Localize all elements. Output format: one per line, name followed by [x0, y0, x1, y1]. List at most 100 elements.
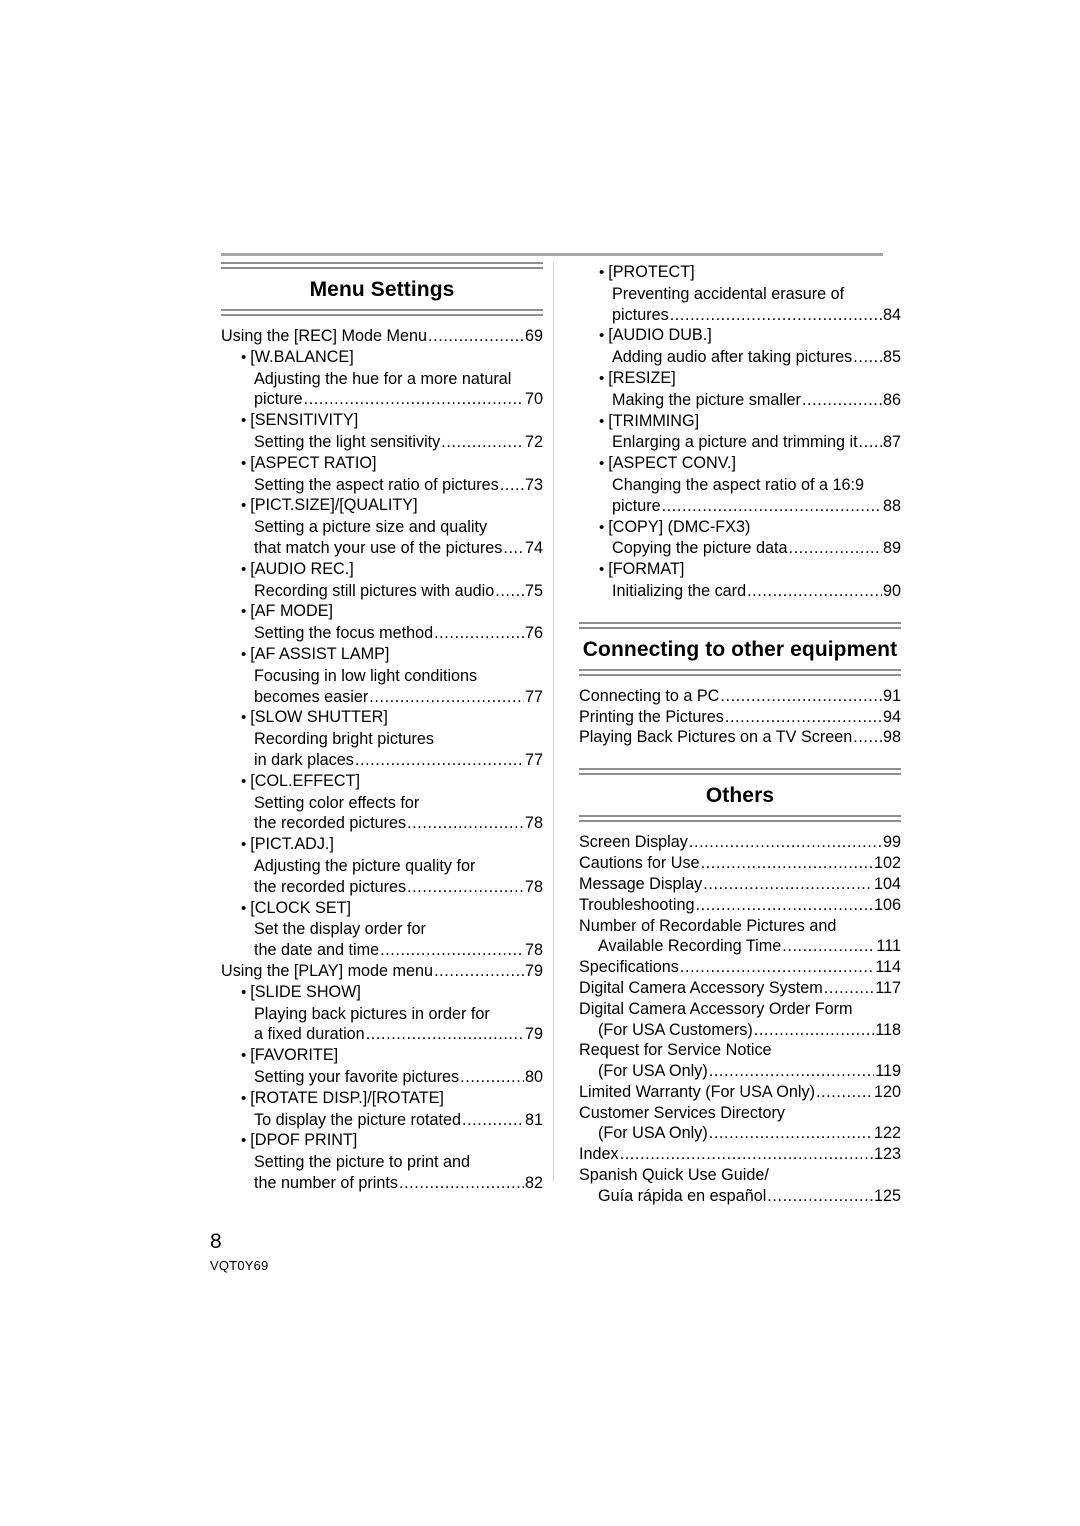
toc-entry[interactable]: a fixed duration .......................…: [221, 1024, 543, 1045]
toc-entry[interactable]: picture ................................…: [221, 389, 543, 410]
toc-entry[interactable]: Setting the picture to print and: [221, 1152, 543, 1173]
toc-entry[interactable]: Changing the aspect ratio of a 16:9: [579, 475, 901, 496]
toc-entry-label: the recorded pictures: [254, 877, 407, 896]
toc-entry[interactable]: • [ROTATE DISP.]/[ROTATE]: [221, 1088, 543, 1110]
toc-entry[interactable]: • [COL.EFFECT]: [221, 771, 543, 793]
toc-entry[interactable]: the date and time ......................…: [221, 940, 543, 961]
bullet-icon: •: [241, 412, 247, 430]
toc-entry[interactable]: Spanish Quick Use Guide/: [579, 1165, 901, 1186]
toc-entry[interactable]: • [AUDIO REC.]: [221, 559, 543, 581]
toc-entry[interactable]: • [CLOCK SET]: [221, 898, 543, 920]
toc-entry[interactable]: Screen Display .........................…: [579, 832, 901, 853]
toc-entry[interactable]: the recorded pictures ..................…: [221, 813, 543, 834]
toc-entry[interactable]: Copying the picture data ...............…: [579, 538, 901, 559]
toc-entry[interactable]: becomes easier .........................…: [221, 687, 543, 708]
toc-entry[interactable]: that match your use of the pictures ....…: [221, 538, 543, 559]
toc-entry[interactable]: Message Display ........................…: [579, 874, 901, 895]
toc-entry[interactable]: (For USA Only) .........................…: [579, 1061, 901, 1082]
toc-entry[interactable]: in dark places .........................…: [221, 750, 543, 771]
toc-entry-page: 81: [524, 1110, 543, 1129]
toc-entry-page: 114: [875, 958, 901, 977]
toc-entry[interactable]: Playing back pictures in order for: [221, 1004, 543, 1025]
toc-entry[interactable]: Recording bright pictures: [221, 729, 543, 750]
toc-entry[interactable]: the recorded pictures ..................…: [221, 877, 543, 898]
toc-entry[interactable]: Cautions for Use .......................…: [579, 853, 901, 874]
toc-entry[interactable]: • [FAVORITE]: [221, 1045, 543, 1067]
toc-entry[interactable]: Customer Services Directory: [579, 1103, 901, 1124]
toc-entry[interactable]: Setting the focus method ...............…: [221, 623, 543, 644]
toc-entry[interactable]: • [ASPECT RATIO]: [221, 453, 543, 475]
toc-entry[interactable]: Making the picture smaller .............…: [579, 390, 901, 411]
toc-entry-label: that match your use of the pictures: [254, 539, 503, 558]
leader-dots: ........................................…: [369, 687, 524, 706]
toc-entry[interactable]: • [TRIMMING]: [579, 411, 901, 433]
toc-entry[interactable]: Playing Back Pictures on a TV Screen ...…: [579, 727, 901, 748]
toc-entry[interactable]: Setting color effects for: [221, 793, 543, 814]
toc-entry[interactable]: Set the display order for: [221, 919, 543, 940]
toc-entry[interactable]: Connecting to a PC .....................…: [579, 686, 901, 707]
toc-entry[interactable]: • [ASPECT CONV.]: [579, 453, 901, 475]
toc-entry-label: Digital Camera Accessory Order Form: [579, 999, 853, 1018]
toc-list-menu-settings-continued: • [PROTECT] Preventing accidental erasure …: [579, 262, 901, 602]
leader-dots: ........................................…: [441, 433, 524, 452]
bullet-icon: •: [241, 772, 247, 790]
toc-entry[interactable]: (For USA Only) .........................…: [579, 1123, 901, 1144]
toc-entry[interactable]: Using the [REC] Mode Menu ..............…: [221, 326, 543, 347]
toc-entry[interactable]: Index ..................................…: [579, 1144, 901, 1165]
toc-entry[interactable]: Available Recording Time ...............…: [579, 936, 901, 957]
toc-entry[interactable]: • [W.BALANCE]: [221, 347, 543, 369]
toc-entry[interactable]: • [SLIDE SHOW]: [221, 982, 543, 1004]
toc-entry-label: [CLOCK SET]: [250, 898, 352, 917]
toc-entry-label: [FORMAT]: [608, 560, 685, 579]
toc-entry[interactable]: • [PROTECT]: [579, 262, 901, 284]
toc-entry[interactable]: • [SLOW SHUTTER]: [221, 707, 543, 729]
toc-entry[interactable]: Adding audio after taking pictures .....…: [579, 347, 901, 368]
toc-entry-label: picture: [254, 390, 303, 409]
toc-entry[interactable]: Adjusting the hue for a more natural: [221, 369, 543, 390]
toc-entry[interactable]: To display the picture rotated .........…: [221, 1110, 543, 1131]
toc-entry[interactable]: Digital Camera Accessory System ........…: [579, 978, 901, 999]
toc-entry[interactable]: • [PICT.SIZE]/[QUALITY]: [221, 495, 543, 517]
toc-entry[interactable]: Enlarging a picture and trimming it ....…: [579, 432, 901, 453]
toc-entry[interactable]: Setting your favorite pictures .........…: [221, 1067, 543, 1088]
toc-entry-label: [ASPECT CONV.]: [608, 454, 737, 473]
toc-entry[interactable]: Setting a picture size and quality: [221, 517, 543, 538]
toc-entry[interactable]: • [DPOF PRINT]: [221, 1130, 543, 1152]
toc-entry[interactable]: the number of prints ...................…: [221, 1173, 543, 1194]
toc-entry[interactable]: • [AUDIO DUB.]: [579, 325, 901, 347]
toc-entry[interactable]: • [PICT.ADJ.]: [221, 834, 543, 856]
toc-entry-page: 99: [882, 833, 901, 852]
toc-entry[interactable]: Recording still pictures with audio ....…: [221, 581, 543, 602]
toc-entry[interactable]: Setting the light sensitivity ..........…: [221, 432, 543, 453]
toc-entry[interactable]: • [RESIZE]: [579, 368, 901, 390]
toc-entry-label: Setting the light sensitivity: [254, 433, 441, 452]
toc-entry[interactable]: Setting the aspect ratio of pictures ...…: [221, 475, 543, 496]
toc-entry[interactable]: • [SENSITIVITY]: [221, 410, 543, 432]
toc-entry-label: Customer Services Directory: [579, 1103, 785, 1122]
toc-entry[interactable]: Adjusting the picture quality for: [221, 856, 543, 877]
toc-entry[interactable]: • [AF MODE]: [221, 601, 543, 623]
toc-entry-label: Connecting to a PC: [579, 686, 720, 705]
toc-entry[interactable]: Digital Camera Accessory Order Form: [579, 999, 901, 1020]
toc-entry[interactable]: Initializing the card ..................…: [579, 581, 901, 602]
toc-entry[interactable]: Request for Service Notice: [579, 1040, 901, 1061]
toc-entry[interactable]: Number of Recordable Pictures and: [579, 916, 901, 937]
toc-entry[interactable]: Focusing in low light conditions: [221, 666, 543, 687]
toc-entry[interactable]: Guía rápida en español .................…: [579, 1186, 901, 1207]
toc-entry[interactable]: • [FORMAT]: [579, 559, 901, 581]
toc-entry[interactable]: • [AF ASSIST LAMP]: [221, 644, 543, 666]
toc-entry[interactable]: pictures ...............................…: [579, 305, 901, 326]
toc-list-others: Screen Display .........................…: [579, 832, 901, 1206]
toc-entry[interactable]: Using the [PLAY] mode menu .............…: [221, 961, 543, 982]
toc-entry[interactable]: Limited Warranty (For USA Only) ........…: [579, 1082, 901, 1103]
toc-entry[interactable]: picture ................................…: [579, 496, 901, 517]
toc-entry[interactable]: • [COPY] (DMC-FX3): [579, 517, 901, 539]
toc-entry[interactable]: Troubleshooting ........................…: [579, 895, 901, 916]
toc-entry[interactable]: Printing the Pictures ..................…: [579, 707, 901, 728]
leader-dots: ........................................…: [747, 581, 882, 600]
toc-entry[interactable]: Specifications .........................…: [579, 957, 901, 978]
toc-entry[interactable]: Preventing accidental erasure of: [579, 284, 901, 305]
toc-entry-page: 91: [882, 686, 901, 705]
bullet-icon: •: [241, 497, 247, 515]
toc-entry[interactable]: (For USA Customers) ....................…: [579, 1020, 901, 1041]
